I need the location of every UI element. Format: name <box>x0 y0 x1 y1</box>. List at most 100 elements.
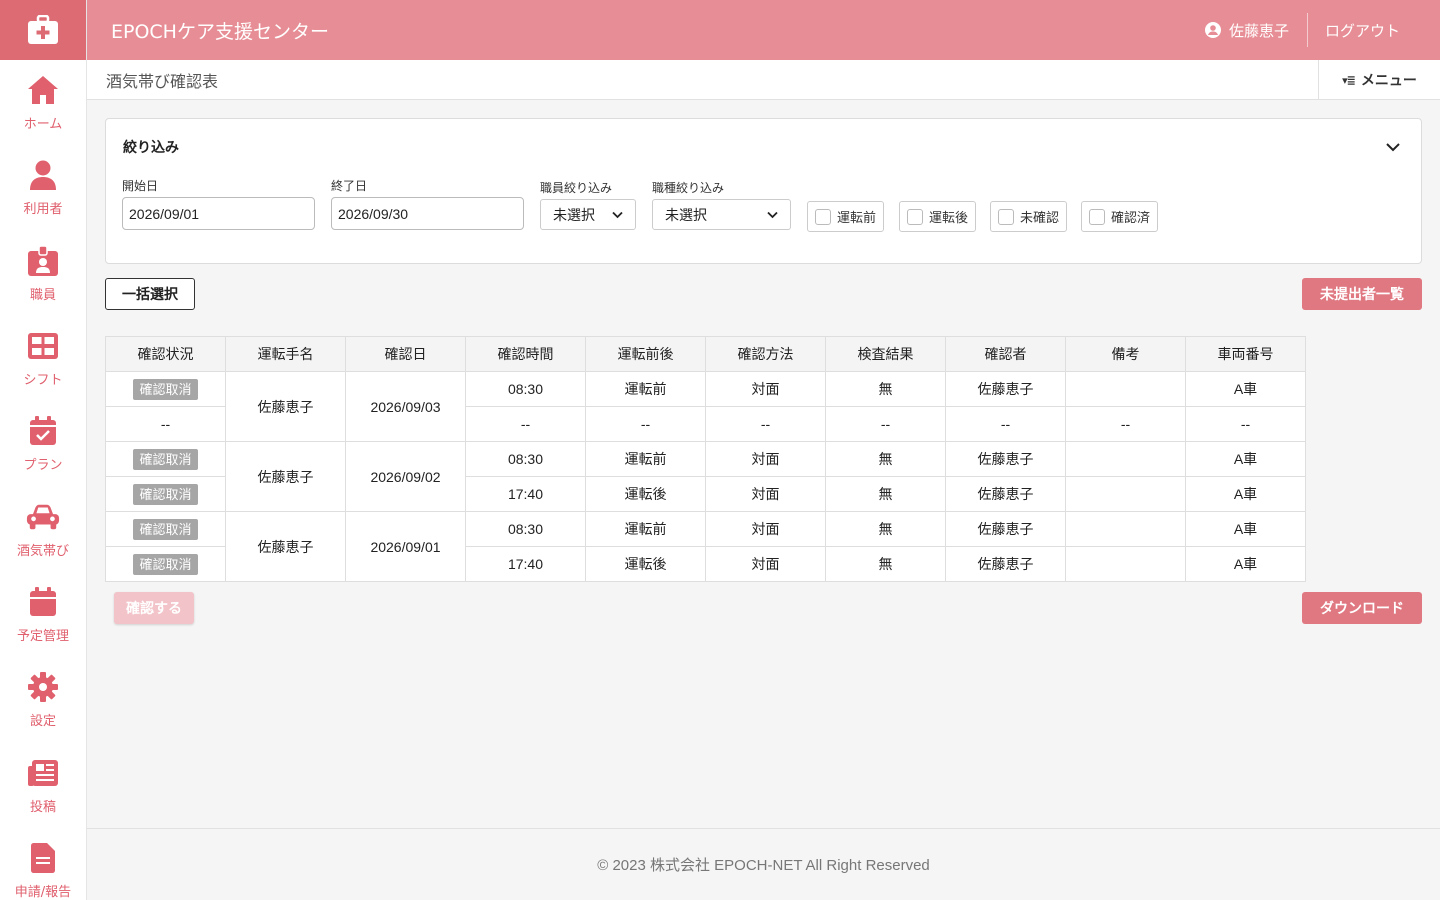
gear-icon <box>26 670 60 704</box>
job-filter-label: 職種絞り込み <box>652 181 725 195</box>
sidebar-item-settings[interactable]: 設定 <box>0 657 86 742</box>
column-header: 車両番号 <box>1185 336 1306 372</box>
cancel-confirm-button[interactable]: 確認取消 <box>133 518 198 540</box>
sidebar-item-label: 利用者 <box>23 202 63 218</box>
checkbox-after-driving[interactable]: 運転後 <box>899 201 977 232</box>
sidebar-item-reports[interactable]: 申請/報告 <box>0 828 86 900</box>
phase-cell: 運転前 <box>585 441 706 477</box>
note-cell <box>1065 476 1186 512</box>
page-title: 酒気帯び確認表 <box>106 71 219 91</box>
driver-name-cell: 佐藤恵子 <box>225 441 346 512</box>
calendar-icon <box>26 585 60 619</box>
end-date-field: 終了日 <box>331 177 524 230</box>
sidebar-item-posts[interactable]: 投稿 <box>0 742 86 827</box>
page-header: 酒気帯び確認表 ▾≣ メニュー <box>87 60 1440 100</box>
sidebar: ホーム 利用者 職員 シフト プラン 酒気帯び 予定管理 設定 投稿 申請/報告 <box>0 0 87 900</box>
sidebar-item-label: 投稿 <box>29 799 56 815</box>
checker-cell: 佐藤恵子 <box>945 546 1066 582</box>
end-date-input[interactable] <box>331 197 524 230</box>
chevron-down-icon <box>767 211 778 218</box>
confirm-button[interactable]: 確認する <box>114 592 194 624</box>
sidebar-item-staff[interactable]: 職員 <box>0 231 86 316</box>
sidebar-item-label: ホーム <box>23 117 63 133</box>
alcohol-check-table: 確認状況 運転手名 確認日 確認時間 運転前後 確認方法 検査結果 確認者 備考… <box>105 336 1306 582</box>
vehicle-cell: -- <box>1185 406 1306 442</box>
unsubmitted-list-button[interactable]: 未提出者一覧 <box>1302 278 1422 310</box>
job-filter-select[interactable]: 未選択 <box>652 199 791 230</box>
sidebar-item-label: シフト <box>23 373 63 389</box>
note-cell <box>1065 511 1186 547</box>
grid-icon <box>26 329 60 363</box>
document-icon <box>26 841 60 875</box>
filter-panel: 絞り込み 開始日 終了日 職員絞り込み 未選択 職種絞り込み 未選択 運転前 運… <box>105 118 1422 264</box>
checkbox-unconfirmed[interactable]: 未確認 <box>990 201 1068 232</box>
sidebar-item-label: 申請/報告 <box>14 884 72 900</box>
table-row: 確認取消 佐藤恵子 2026/09/03 08:30 運転前 対面 無 佐藤恵子… <box>105 371 1306 442</box>
user-menu[interactable]: 佐藤恵子 <box>1204 20 1307 41</box>
column-header: 確認状況 <box>105 336 226 372</box>
copyright-text: © 2023 株式会社 EPOCH-NET All Right Reserved <box>597 857 930 874</box>
cancel-confirm-button[interactable]: 確認取消 <box>133 448 198 470</box>
sidebar-item-users[interactable]: 利用者 <box>0 145 86 230</box>
column-header: 確認方法 <box>705 336 826 372</box>
staff-filter-select[interactable]: 未選択 <box>540 199 636 230</box>
confirm-date-cell: 2026/09/01 <box>345 511 466 582</box>
table-header-row: 確認状況 運転手名 確認日 確認時間 運転前後 確認方法 検査結果 確認者 備考… <box>105 336 1306 372</box>
note-cell <box>1065 546 1186 582</box>
job-filter-field: 職種絞り込み 未選択 <box>652 179 791 230</box>
method-cell: 対面 <box>705 546 826 582</box>
column-header: 運転前後 <box>585 336 706 372</box>
sidebar-item-label: プラン <box>23 458 63 474</box>
sidebar-item-plan[interactable]: プラン <box>0 401 86 486</box>
app-logo[interactable] <box>0 0 86 60</box>
sidebar-item-alcohol[interactable]: 酒気帯び <box>0 486 86 571</box>
home-icon <box>26 73 60 107</box>
vehicle-cell: A車 <box>1185 546 1306 582</box>
car-icon <box>26 500 60 534</box>
logout-link[interactable]: ログアウト <box>1308 20 1440 41</box>
phase-cell: 運転前 <box>585 371 706 407</box>
person-icon <box>26 158 60 192</box>
result-cell: -- <box>825 406 946 442</box>
checker-cell: 佐藤恵子 <box>945 511 1066 547</box>
bulk-select-button[interactable]: 一括選択 <box>105 278 195 310</box>
app-title: EPOCHケア支援センター <box>111 20 329 43</box>
time-cell: 08:30 <box>465 511 586 547</box>
method-cell: -- <box>705 406 826 442</box>
checker-cell: 佐藤恵子 <box>945 371 1066 407</box>
cancel-confirm-button[interactable]: 確認取消 <box>133 483 198 505</box>
badge-icon <box>26 244 60 278</box>
column-header: 備考 <box>1065 336 1186 372</box>
checkbox-label: 未確認 <box>1020 211 1060 226</box>
menu-button[interactable]: ▾≣ メニュー <box>1318 60 1440 100</box>
newspaper-icon <box>26 756 60 790</box>
checkbox-label: 確認済 <box>1111 211 1151 226</box>
checkbox-before-driving[interactable]: 運転前 <box>807 201 885 232</box>
confirm-date-cell: 2026/09/03 <box>345 371 466 442</box>
start-date-input[interactable] <box>122 197 315 230</box>
result-cell: 無 <box>825 476 946 512</box>
footer: © 2023 株式会社 EPOCH-NET All Right Reserved <box>87 828 1440 900</box>
vehicle-cell: A車 <box>1185 441 1306 477</box>
chevron-down-icon[interactable] <box>1385 139 1401 155</box>
menu-label: メニュー <box>1360 73 1417 89</box>
note-cell: -- <box>1065 406 1186 442</box>
download-button[interactable]: ダウンロード <box>1302 592 1422 624</box>
driver-name-cell: 佐藤恵子 <box>225 371 346 442</box>
sidebar-item-home[interactable]: ホーム <box>0 60 86 145</box>
chevron-down-icon <box>612 211 623 218</box>
time-cell: 08:30 <box>465 371 586 407</box>
cancel-confirm-button[interactable]: 確認取消 <box>133 378 198 400</box>
cancel-confirm-button[interactable]: 確認取消 <box>133 553 198 575</box>
sidebar-item-shift[interactable]: シフト <box>0 316 86 401</box>
method-cell: 対面 <box>705 441 826 477</box>
vehicle-cell: A車 <box>1185 511 1306 547</box>
checkbox-box <box>907 208 923 225</box>
calendar-check-icon <box>26 414 60 448</box>
sidebar-item-label: 予定管理 <box>16 628 69 644</box>
time-cell: -- <box>465 406 586 442</box>
checker-cell: 佐藤恵子 <box>945 476 1066 512</box>
column-header: 検査結果 <box>825 336 946 372</box>
checkbox-confirmed[interactable]: 確認済 <box>1081 201 1159 232</box>
sidebar-item-schedule[interactable]: 予定管理 <box>0 572 86 657</box>
